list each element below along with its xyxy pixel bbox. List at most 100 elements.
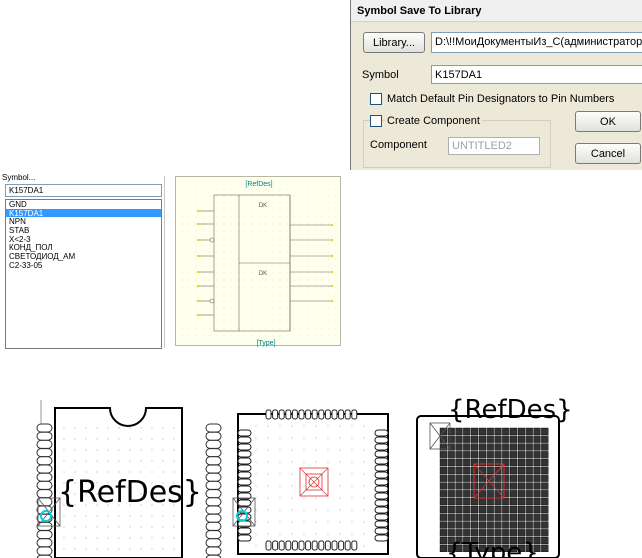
grid-dot <box>300 223 302 225</box>
grid-dot <box>335 251 337 253</box>
grid-dot <box>74 515 76 517</box>
grid-dot <box>272 314 274 316</box>
cancel-button[interactable]: Cancel <box>575 143 641 164</box>
grid-dot <box>216 272 218 274</box>
grid-dot <box>230 209 232 211</box>
symbol-list-item[interactable]: C2-33-05 <box>6 261 161 270</box>
grid-dot <box>328 335 330 337</box>
splitter[interactable] <box>164 176 165 348</box>
grid-dot <box>335 300 337 302</box>
grid-dot <box>279 195 281 197</box>
footprint-bga-ball <box>517 482 526 490</box>
footprint-bga-ball <box>455 513 463 521</box>
grid-dot <box>255 437 257 439</box>
grid-dot <box>279 449 281 451</box>
component-name-field: UNTITLED2 <box>448 137 540 155</box>
footprint-bga-ball <box>525 497 533 506</box>
grid-dot <box>209 237 211 239</box>
grid-dot <box>202 230 204 232</box>
grid-dot <box>251 216 253 218</box>
grid-dot <box>335 293 337 295</box>
create-component-checkbox[interactable] <box>370 115 382 127</box>
grid-dot <box>96 460 98 462</box>
grid-dot <box>129 471 131 473</box>
library-button[interactable]: Library... <box>363 32 425 53</box>
symbol-list-item[interactable]: STAB <box>6 226 161 235</box>
footprint-qfp-pad <box>237 457 252 465</box>
footprint-bga-ball <box>517 505 526 514</box>
footprint-bga-ball <box>525 443 533 451</box>
grid-dot <box>265 300 267 302</box>
grid-dot <box>230 195 232 197</box>
grid-dot <box>314 307 316 309</box>
symbol-list-item[interactable]: КОНД_ПОЛ <box>6 243 161 253</box>
grid-dot <box>118 449 120 451</box>
ok-button[interactable]: OK <box>575 111 641 132</box>
grid-dot <box>202 307 204 309</box>
grid-dot <box>279 321 281 323</box>
grid-dot <box>265 216 267 218</box>
grid-dot <box>335 244 337 246</box>
grid-dot <box>307 244 309 246</box>
grid-dot <box>181 314 183 316</box>
grid-dot <box>244 188 246 190</box>
grid-dot <box>267 485 269 487</box>
grid-dot <box>230 265 232 267</box>
grid-dot <box>328 244 330 246</box>
grid-dot <box>223 300 225 302</box>
footprint-qfp-pad <box>237 471 252 479</box>
grid-dot <box>300 258 302 260</box>
grid-dot <box>293 223 295 225</box>
grid-dot <box>307 202 309 204</box>
grid-dot <box>327 449 329 451</box>
symbol-list-item[interactable]: K157DA1 <box>6 208 161 218</box>
footprint-dip-pad <box>205 464 222 474</box>
symbol-name-field[interactable]: K157DA1 <box>431 65 642 84</box>
grid-dot <box>209 265 211 267</box>
grid-dot <box>307 335 309 337</box>
footprint-bga-ball <box>486 529 494 537</box>
footprint-bga-ball <box>502 482 510 490</box>
grid-dot <box>251 202 253 204</box>
grid-dot <box>255 485 257 487</box>
symbol-list-item[interactable]: GND <box>6 200 161 209</box>
footprint-bga-ball <box>517 474 526 482</box>
symbol-filter-field[interactable]: K157DA1 <box>5 184 162 197</box>
footprint-bga-ball <box>463 474 471 482</box>
footprint-bga-ball <box>502 513 510 521</box>
grid-dot <box>279 425 281 427</box>
match-pin-designators-checkbox[interactable] <box>370 93 382 105</box>
footprint-bga-ball <box>463 497 471 506</box>
grid-dot <box>216 209 218 211</box>
grid-dot <box>307 328 309 330</box>
grid-dot <box>223 258 225 260</box>
grid-dot <box>251 265 253 267</box>
grid-dot <box>188 237 190 239</box>
grid-dot <box>202 272 204 274</box>
grid-dot <box>279 314 281 316</box>
grid-dot <box>272 251 274 253</box>
grid-dot <box>339 485 341 487</box>
grid-dot <box>328 293 330 295</box>
grid-dot <box>216 314 218 316</box>
grid-dot <box>181 251 183 253</box>
grid-dot <box>291 473 293 475</box>
grid-dot <box>339 521 341 523</box>
grid-dot <box>162 471 164 473</box>
footprint-bga-ball <box>510 529 518 537</box>
footprint-bga-ball <box>471 466 479 475</box>
grid-dot <box>335 265 337 267</box>
library-path-field[interactable]: D:\!!МоиДокументыИз_С(администратор)\!Мо <box>431 32 642 53</box>
footprint-bga-ball <box>463 466 471 475</box>
symbol-list-item[interactable]: X<2-3 <box>6 235 161 244</box>
grid-dot <box>237 209 239 211</box>
footprint-qfp-pad <box>324 540 331 551</box>
symbol-list-item[interactable]: NPN <box>6 217 161 227</box>
grid-dot <box>279 223 281 225</box>
grid-dot <box>188 202 190 204</box>
symbol-list-item[interactable]: СВЕТОДИОД_АМ <box>6 252 161 261</box>
symbol-list[interactable]: GND K157DA1 NPN STAB X<2-3 КОНД_ПОЛ СВЕТОДИОД_… <box>5 199 162 349</box>
grid-dot <box>230 202 232 204</box>
grid-dot <box>314 272 316 274</box>
footprint-qfp-pad <box>331 540 338 551</box>
